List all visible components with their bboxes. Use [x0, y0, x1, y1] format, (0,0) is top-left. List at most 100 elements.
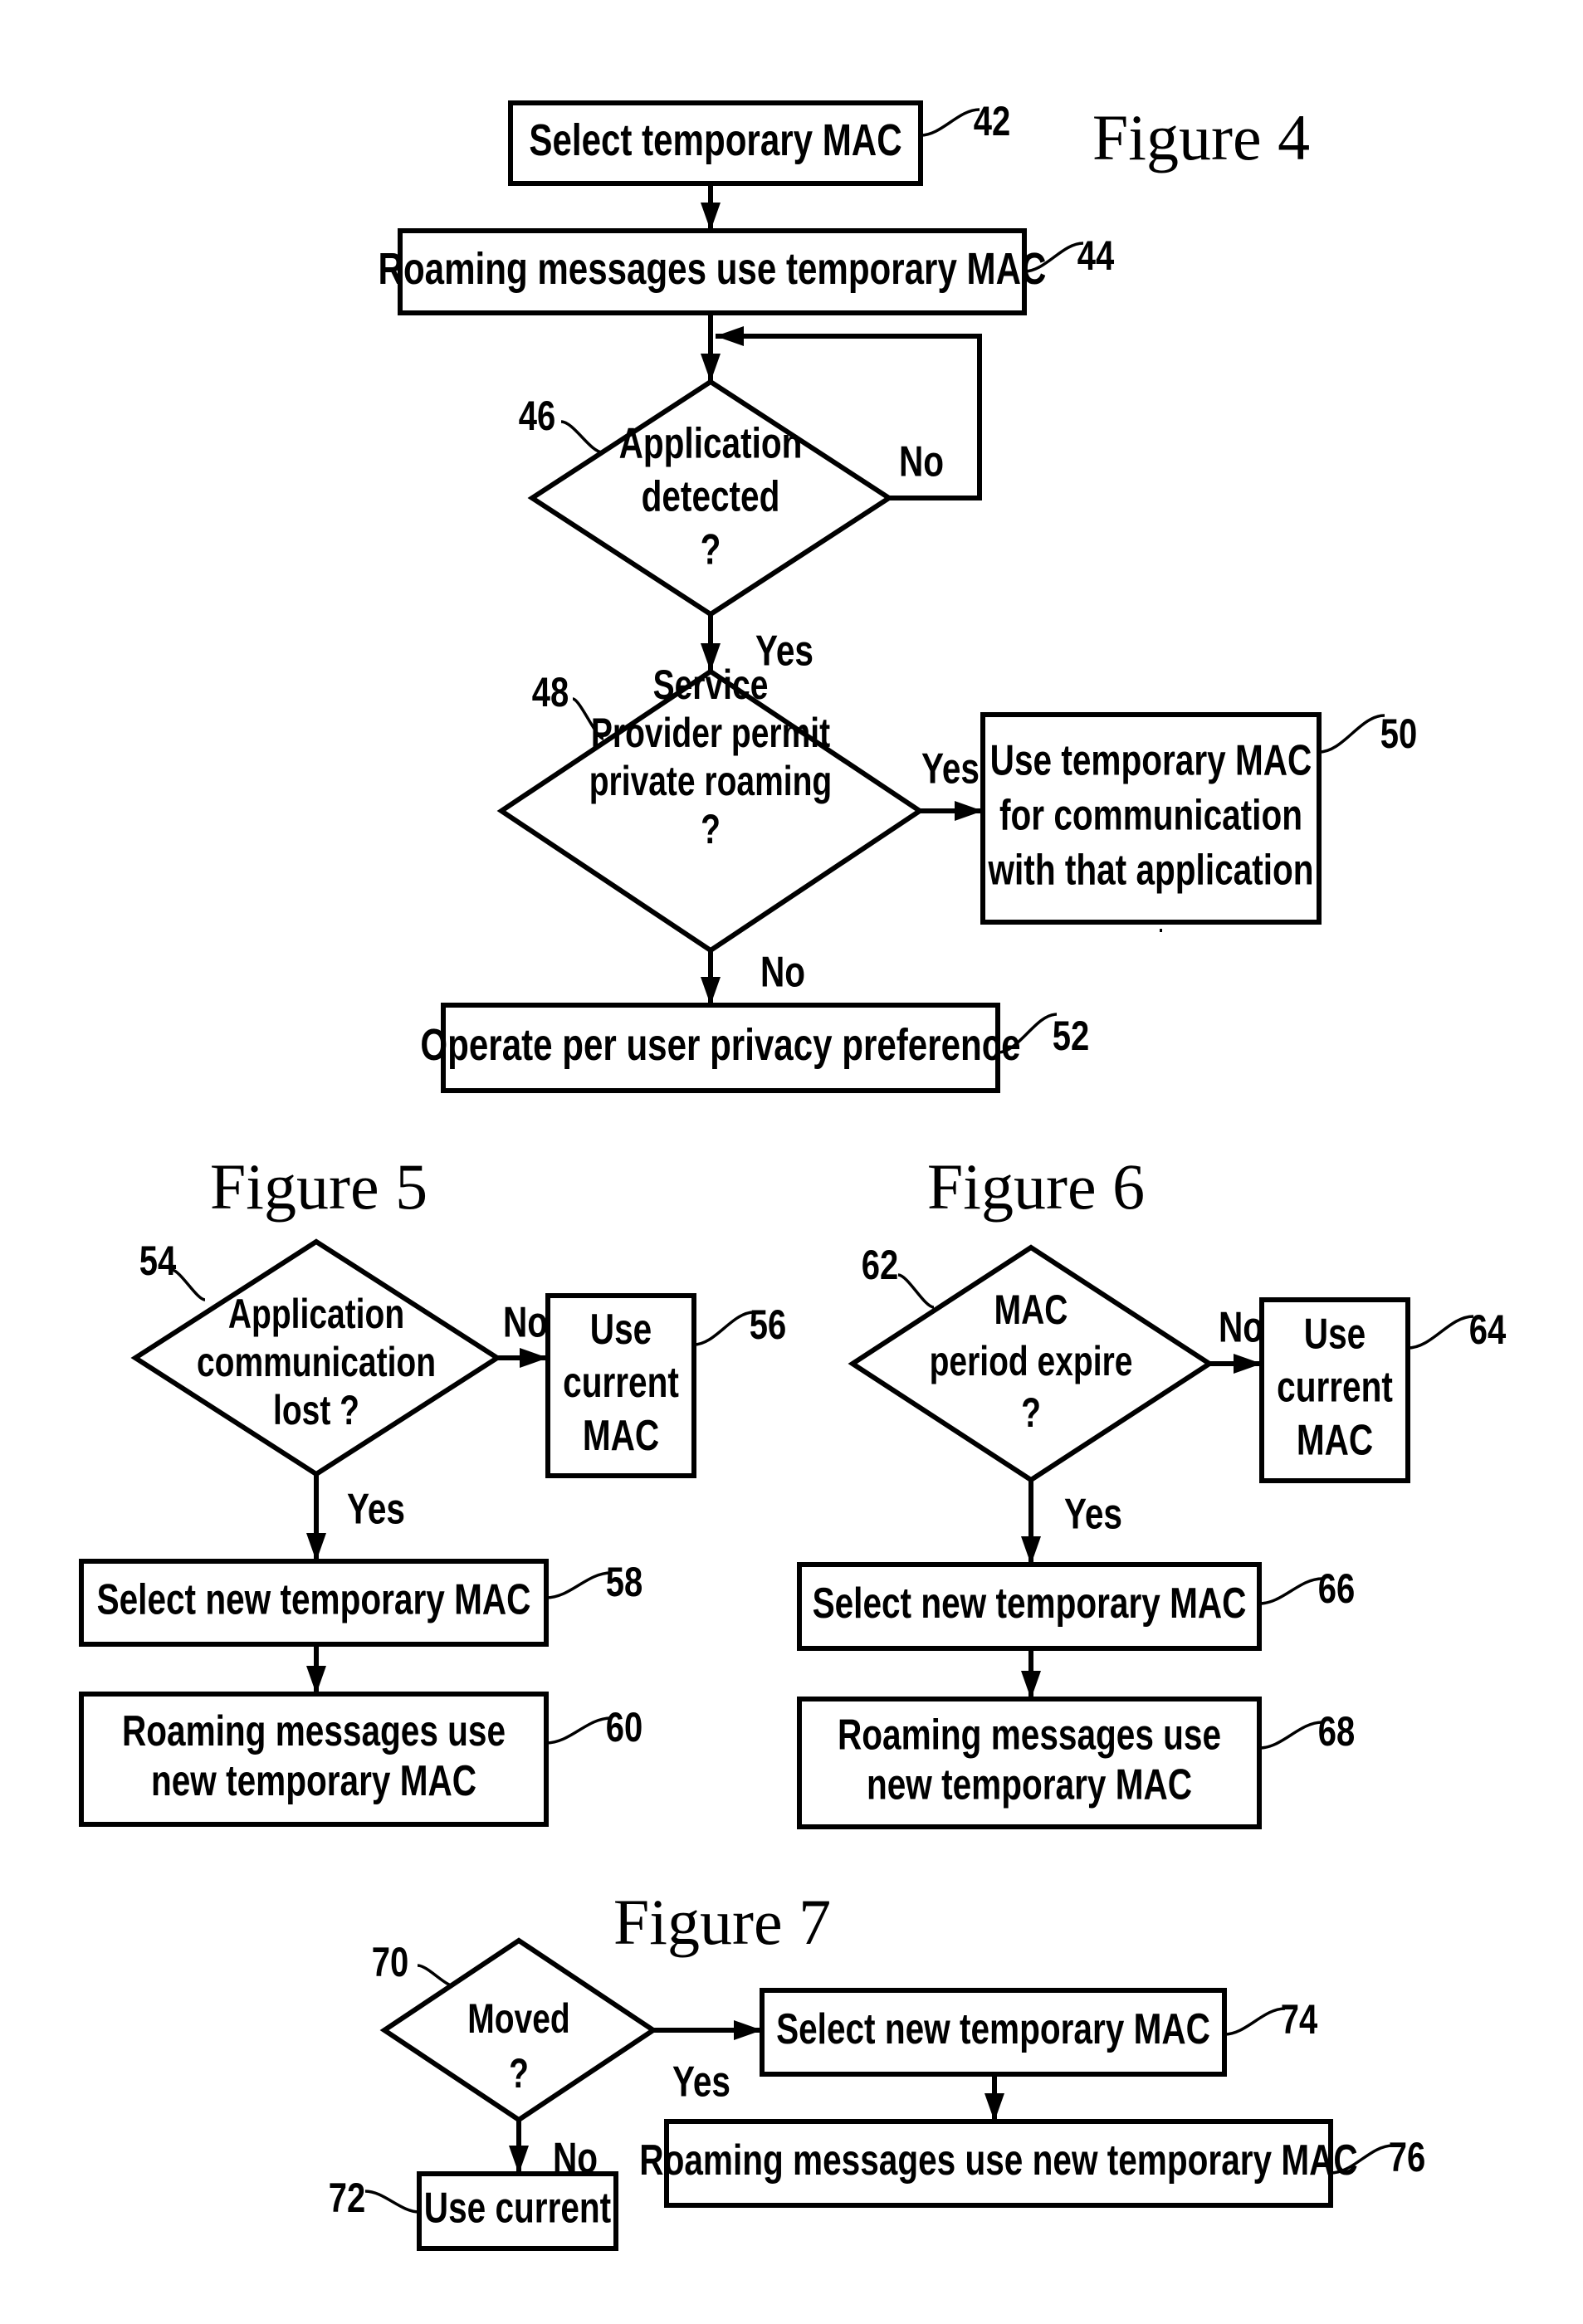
edge-label-yes: Yes — [1064, 1490, 1122, 1538]
node-text-56-group: Use — [590, 1305, 652, 1353]
arrowhead-icon — [734, 2020, 762, 2040]
arrowhead-icon — [955, 801, 983, 821]
node-text-62: MAC — [994, 1286, 1068, 1333]
ref-numeral-54: 54 — [139, 1238, 176, 1284]
ref-numeral-48-group: 48 — [532, 669, 569, 715]
node-text-64: MAC — [1297, 1416, 1373, 1464]
node-text-54-group: Application — [228, 1290, 404, 1337]
node-text-62-group: period expire — [930, 1337, 1133, 1384]
node-text-70-group: ? — [509, 2049, 529, 2097]
node-text-70: ? — [509, 2049, 529, 2097]
node-text-64-group: current — [1277, 1363, 1393, 1411]
arrowhead-icon — [984, 2093, 1004, 2121]
node-text-42: Select temporary MAC — [529, 115, 901, 165]
node-text-50-group: with that application — [988, 846, 1314, 894]
leader-line-56 — [693, 1311, 755, 1346]
node-text-54-group: communication — [197, 1338, 436, 1385]
arrowhead-icon — [520, 1348, 548, 1368]
node-text-62: period expire — [930, 1337, 1133, 1384]
node-text-48-group: private roaming — [589, 757, 833, 804]
ref-numeral-42-group: 42 — [974, 98, 1010, 144]
node-text-70: Moved — [467, 1994, 569, 2042]
arrowhead-icon — [701, 354, 721, 382]
node-text-50: for communication — [999, 791, 1302, 839]
ref-numeral-52-group: 52 — [1053, 1013, 1089, 1059]
edge-label-no-group: No — [899, 437, 944, 486]
node-text-46: ? — [701, 525, 721, 574]
ref-numeral-48: 48 — [532, 669, 569, 715]
node-text-56-group: MAC — [583, 1411, 659, 1459]
ref-numeral-58-group: 58 — [606, 1559, 642, 1605]
arrowhead-icon — [1021, 1671, 1041, 1699]
ref-numeral-68-group: 68 — [1318, 1708, 1355, 1755]
node-text-68-group: Roaming messages use — [838, 1711, 1221, 1759]
ref-numeral-76-group: 76 — [1389, 2134, 1425, 2180]
edge-label-no-group: No — [503, 1298, 548, 1346]
ref-numeral-58: 58 — [606, 1559, 642, 1605]
ref-numeral-66: 66 — [1318, 1565, 1355, 1612]
ref-numeral-74: 74 — [1281, 1996, 1317, 2043]
node-text-64-group: Use — [1304, 1310, 1366, 1358]
figure-title: Figure 7 — [613, 1886, 831, 1958]
node-text-72: Use current — [424, 2184, 611, 2232]
edge-label-yes-group: Yes — [1064, 1490, 1122, 1538]
node-text-48-group: ? — [701, 805, 721, 852]
node-text-54: communication — [197, 1338, 436, 1385]
figure-title: Figure 6 — [927, 1150, 1145, 1223]
node-text-48: ? — [701, 805, 721, 852]
ref-numeral-76: 76 — [1389, 2134, 1425, 2180]
ref-numeral-50: 50 — [1380, 710, 1417, 757]
ref-numeral-52: 52 — [1053, 1013, 1089, 1059]
node-text-44: Roaming messages use temporary MAC — [379, 244, 1047, 294]
leader-line-66 — [1258, 1577, 1323, 1605]
node-text-72-group: Use current — [424, 2184, 611, 2232]
edge-label-no: No — [899, 437, 944, 486]
figure-title: Figure 4 — [1092, 101, 1310, 173]
node-text-52-group: Operate per user privacy preference — [420, 1020, 1020, 1070]
arrowhead-icon — [716, 326, 744, 346]
edge-label-no-group: No — [1219, 1303, 1263, 1351]
node-text-50-group: Use temporary MAC — [990, 736, 1312, 784]
patent-flowcharts: Figure 4 Select temporary MAC 42 Roaming me… — [79, 98, 1506, 2251]
edge-label-no-group: No — [553, 2134, 598, 2182]
node-text-66: Select new temporary MAC — [813, 1579, 1247, 1627]
node-text-64: current — [1277, 1363, 1393, 1411]
node-text-48-group: Service — [653, 661, 769, 708]
node-text-56: Use — [590, 1305, 652, 1353]
ref-numeral-56-group: 56 — [750, 1301, 786, 1348]
leader-line-70 — [417, 1964, 456, 1988]
node-text-44-group: Roaming messages use temporary MAC — [379, 244, 1047, 294]
node-text-48: Service — [653, 661, 769, 708]
ref-numeral-44-group: 44 — [1077, 232, 1114, 279]
node-text-68: Roaming messages use — [838, 1711, 1221, 1759]
node-text-60-group: Roaming messages use — [122, 1706, 506, 1755]
edge-label-no: No — [503, 1298, 548, 1346]
arrowhead-icon — [701, 977, 721, 1005]
node-text-60: Roaming messages use — [122, 1706, 506, 1755]
ref-numeral-68: 68 — [1318, 1708, 1355, 1755]
leader-line-54 — [171, 1268, 206, 1301]
node-text-46: detected — [642, 472, 780, 520]
ref-numeral-64-group: 64 — [1469, 1306, 1506, 1353]
node-text-74: Select new temporary MAC — [776, 2004, 1210, 2053]
node-text-50: Use temporary MAC — [990, 736, 1312, 784]
leader-line-68 — [1258, 1721, 1323, 1750]
leader-line-58 — [545, 1571, 612, 1599]
arrowhead-icon — [306, 1533, 326, 1561]
node-text-70-group: Moved — [467, 1994, 569, 2042]
node-text-46-group: Application — [619, 419, 803, 467]
leader-line-74 — [1224, 2007, 1286, 2036]
edge-label-yes-group: Yes — [755, 627, 813, 675]
leader-line-46 — [560, 420, 603, 454]
node-text-62-group: MAC — [994, 1286, 1068, 1333]
scan-speck — [1160, 929, 1162, 932]
ref-numeral-46-group: 46 — [519, 393, 555, 439]
edge-label-no: No — [760, 948, 805, 996]
edge-label-yes: Yes — [755, 627, 813, 675]
node-text-66-group: Select new temporary MAC — [813, 1579, 1247, 1627]
node-text-54-group: lost ? — [273, 1386, 359, 1433]
edge-label-yes-group: Yes — [921, 745, 980, 793]
edge-label-no-group: No — [760, 948, 805, 996]
node-text-56: MAC — [583, 1411, 659, 1459]
node-text-48: private roaming — [589, 757, 833, 804]
